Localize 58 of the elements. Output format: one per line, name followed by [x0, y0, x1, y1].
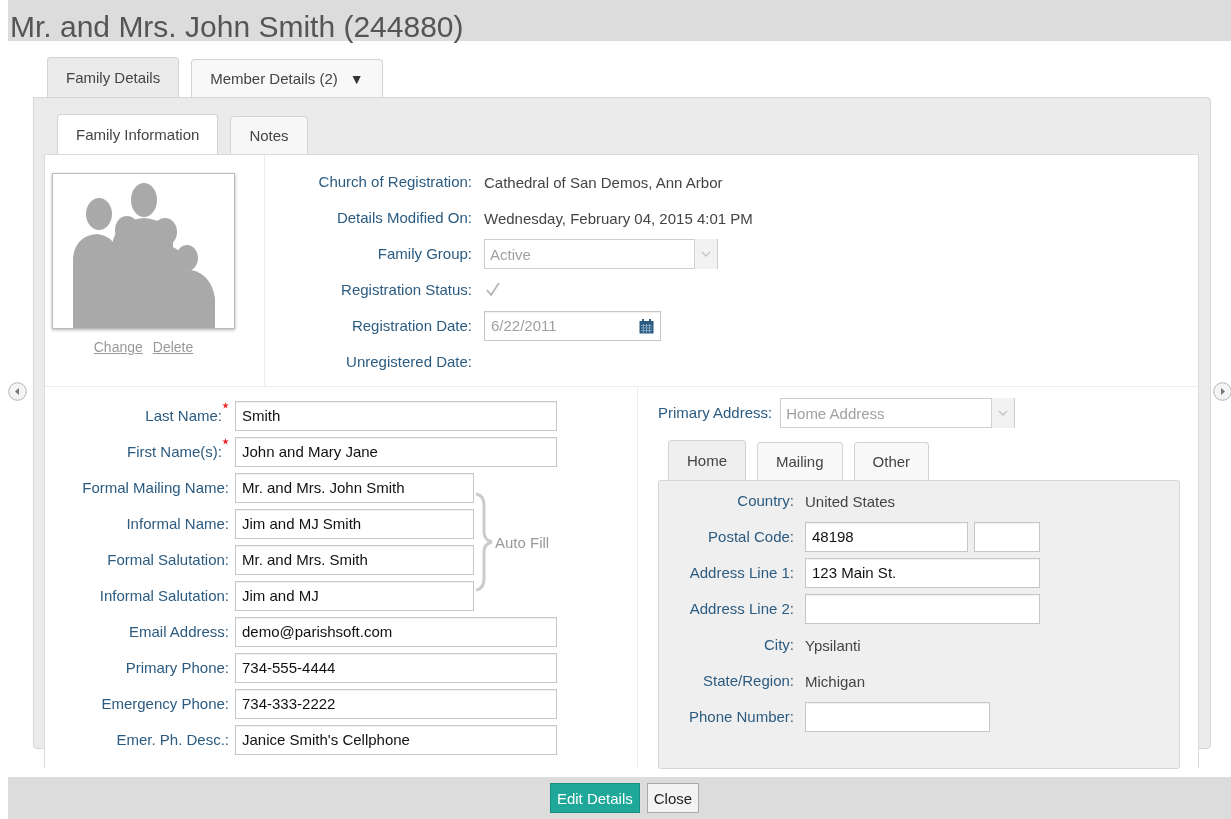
field-label: Address Line 1: — [689, 563, 794, 583]
field-label: Unregistered Date: — [346, 352, 472, 372]
field-label: Details Modified On: — [336, 208, 472, 228]
field-label: Country: — [737, 491, 794, 511]
field-label: Formal Mailing Name: — [82, 478, 229, 498]
tab[interactable]: Family Information — [57, 114, 219, 154]
text-field[interactable]: Jim and MJ Smith — [235, 509, 474, 539]
field-label: City: — [764, 635, 794, 655]
text-field[interactable]: 734-333-2222 — [235, 689, 557, 719]
next-arrow-icon[interactable] — [1213, 382, 1231, 401]
field-label: Email Address: — [128, 622, 229, 642]
tab[interactable]: Home — [668, 440, 746, 480]
text-field[interactable]: Janice Smith's Cellphone — [235, 725, 557, 755]
text-field[interactable]: Smith — [235, 401, 557, 431]
field-label: Emergency Phone: — [101, 694, 229, 714]
tab[interactable]: Other — [853, 442, 930, 480]
field-label: Informal Salutation: — [99, 586, 229, 606]
text-field[interactable] — [805, 702, 990, 732]
brace-icon — [474, 492, 494, 592]
field-label: Address Line 2: — [689, 599, 794, 619]
text-field[interactable] — [974, 522, 1040, 552]
field-value: Michigan — [805, 672, 866, 690]
field-value: Wednesday, February 04, 2015 4:01 PM — [484, 209, 753, 227]
field-label: Registration Date: — [351, 316, 472, 336]
field-label: Postal Code: — [708, 527, 794, 547]
field-label: Primary Phone: — [125, 658, 229, 678]
chevron-down-icon — [998, 409, 1009, 417]
field-label: Last Name: — [145, 406, 222, 426]
page-title: Mr. and Mrs. John Smith (244880) — [10, 12, 464, 42]
tab[interactable]: Mailing — [757, 442, 843, 480]
text-field[interactable]: 48198 — [805, 522, 968, 552]
field-label: Informal Name: — [126, 514, 229, 534]
tab[interactable]: Family Details — [47, 57, 180, 97]
text-field[interactable]: Mr. and Mrs. John Smith — [235, 473, 474, 503]
text-field[interactable]: 734-555-4444 — [235, 653, 557, 683]
text-field[interactable]: Jim and MJ — [235, 581, 474, 611]
text-field[interactable]: John and Mary Jane — [235, 437, 557, 467]
close-button[interactable]: Close — [646, 783, 700, 813]
field-label: Phone Number: — [688, 707, 794, 727]
field-label: Emer. Ph. Desc.: — [116, 730, 229, 750]
field-label: Church of Registration: — [318, 172, 472, 192]
field-value: United States — [805, 492, 896, 510]
field-label: First Name(s): — [127, 442, 222, 462]
field-label: Primary Address: — [658, 403, 773, 423]
field-label: Formal Salutation: — [107, 550, 229, 570]
field-label: Family Group: — [377, 244, 472, 264]
field-value: Cathedral of San Demos, Ann Arbor — [484, 173, 723, 191]
text-field[interactable]: demo@parishsoft.com — [235, 617, 557, 647]
tab[interactable]: Member Details (2) ▼ — [191, 59, 383, 97]
field-label: State/Region: — [703, 671, 794, 691]
text-field[interactable]: 123 Main St. — [805, 558, 1040, 588]
text-field[interactable]: Mr. and Mrs. Smith — [235, 545, 474, 575]
tab[interactable]: Notes — [230, 116, 308, 154]
chevron-down-icon — [701, 250, 711, 258]
auto-fill-label: Auto Fill — [495, 533, 550, 551]
text-field[interactable] — [805, 594, 1040, 624]
field-value: Ypsilanti — [805, 636, 861, 654]
field-label: Registration Status: — [341, 280, 472, 300]
